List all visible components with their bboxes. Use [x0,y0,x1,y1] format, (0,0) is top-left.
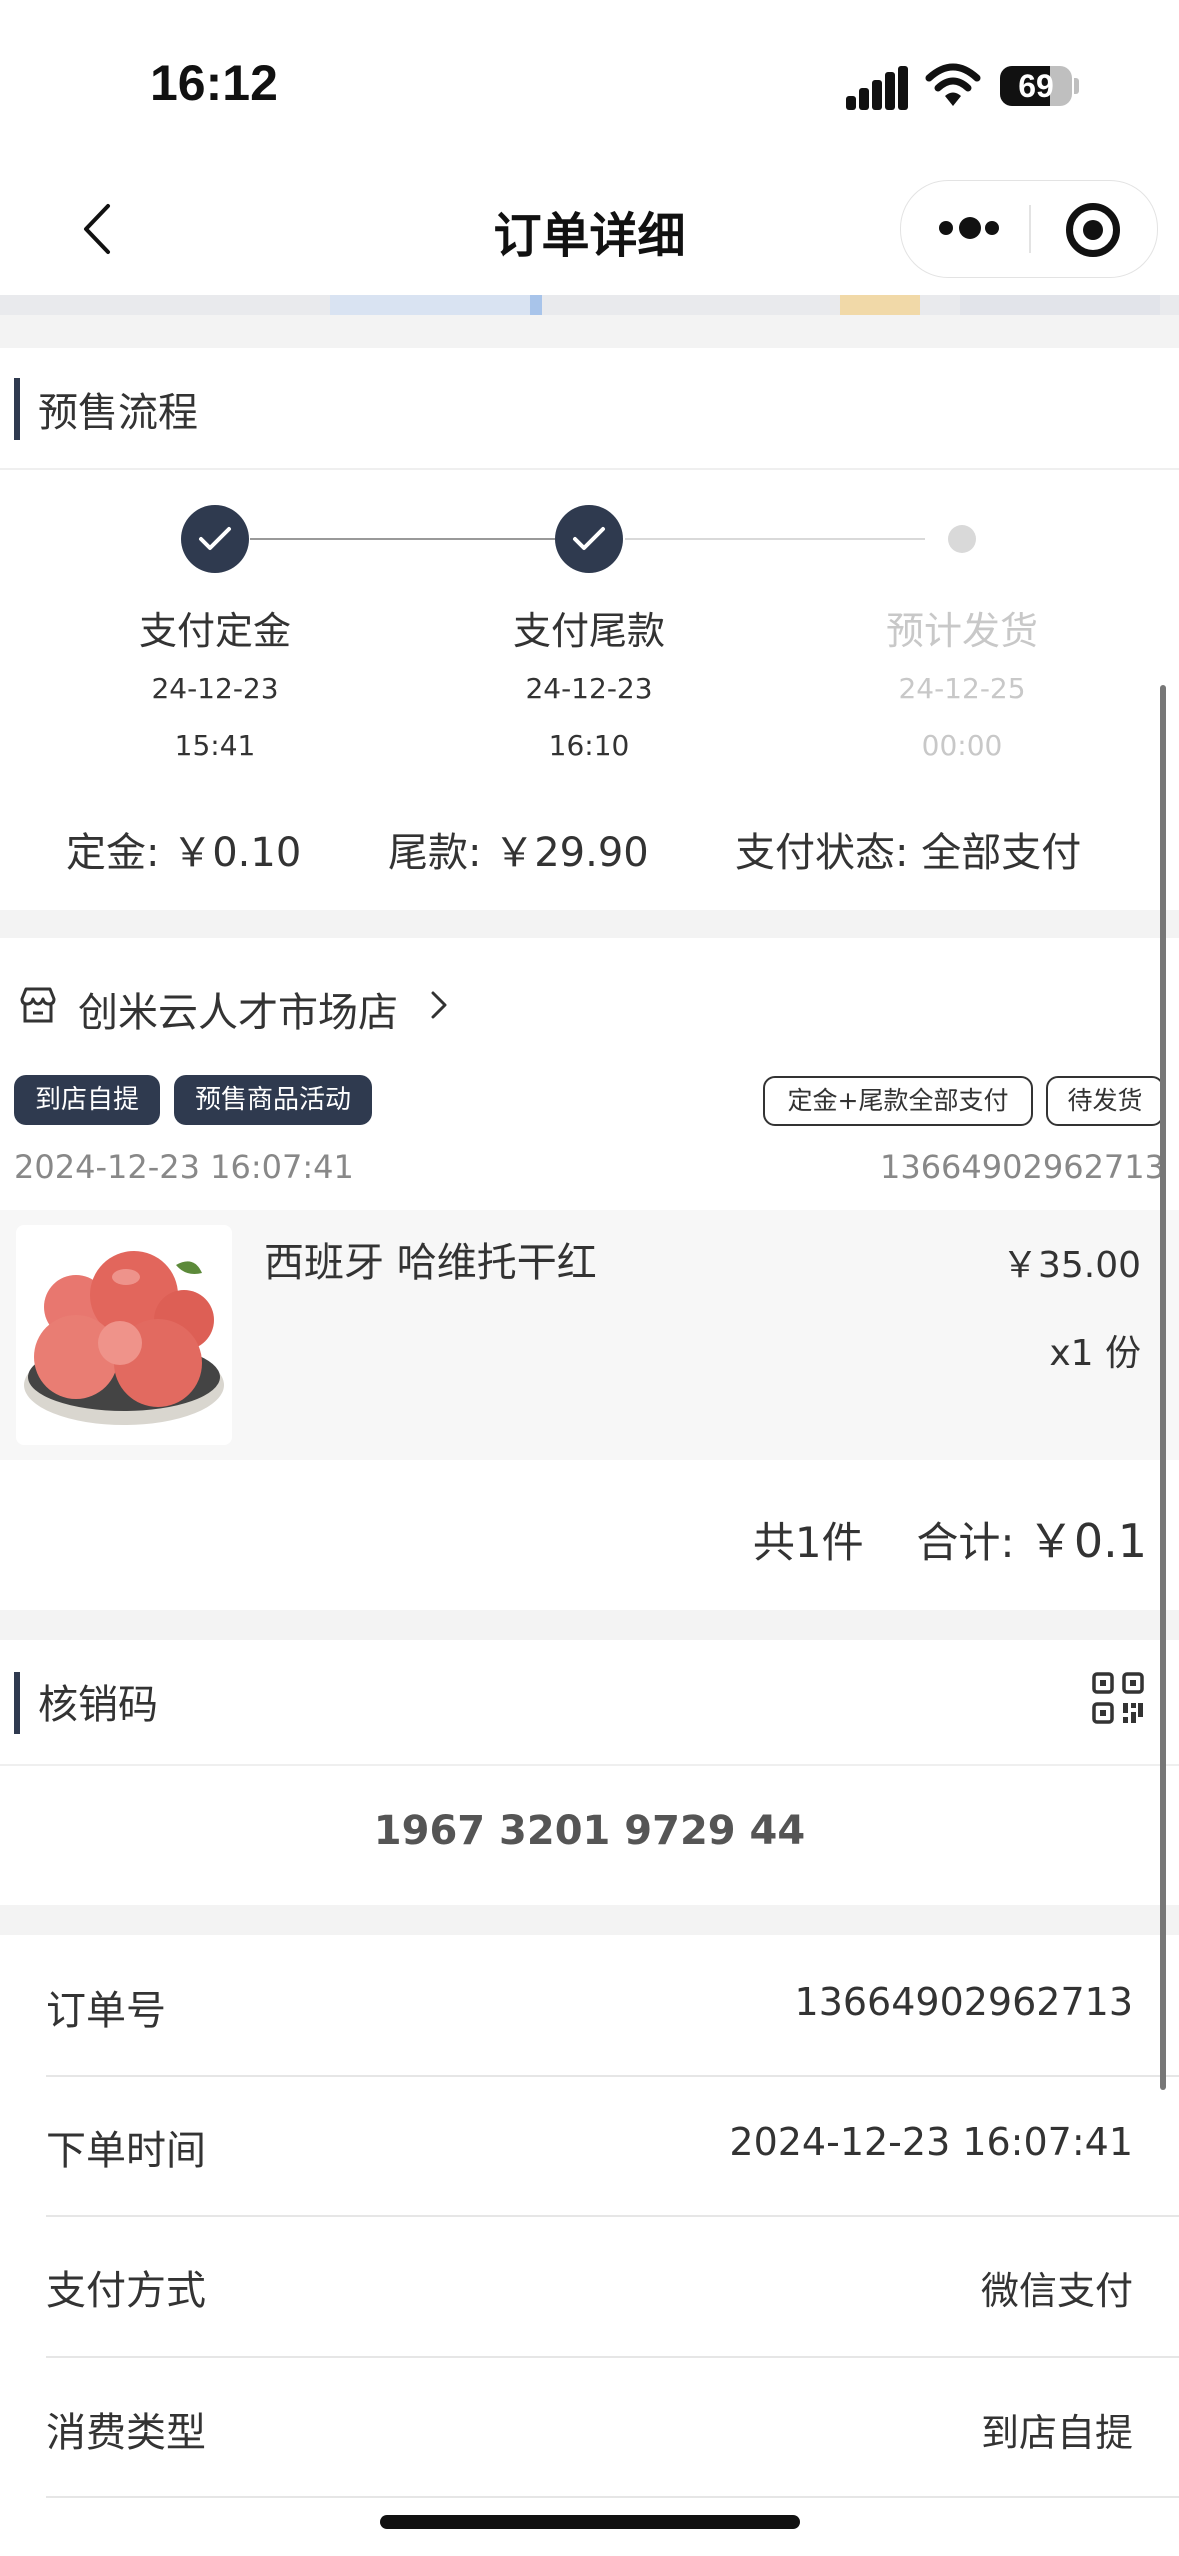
step-2-label: 支付尾款 [512,609,665,653]
chevron-right-icon[interactable] [430,990,448,1020]
info-label-consumption-type: 消费类型 [46,2410,206,2456]
step-2-date: 24-12-23 [525,672,653,705]
qr-code-icon[interactable] [1092,1672,1144,1724]
step-3-date: 24-12-25 [898,672,1026,705]
info-label-payment-method: 支付方式 [46,2268,206,2314]
pay-status-info: 支付状态: 全部支付 [735,820,1081,878]
product-name: 西班牙 哈维托干红 [264,1240,597,1286]
verification-code: 1967 3201 9729 44 [373,1808,806,1854]
tag-shipping-status: 待发货 [1046,1076,1164,1126]
order-created-time: 2024-12-23 16:07:41 [14,1148,354,1186]
close-miniprogram-icon[interactable] [1066,203,1120,257]
balance-value: ￥29.90 [494,830,649,876]
pay-status-value: 全部支付 [921,830,1082,876]
verify-code-card [0,1640,1179,1905]
status-time: 16:12 [150,55,278,111]
order-info-card [0,1935,1179,2556]
map-fragment [0,295,1179,315]
info-divider [46,2215,1179,2217]
miniprogram-capsule [900,180,1158,278]
info-label-order-time: 下单时间 [46,2128,206,2174]
info-divider [46,2356,1179,2358]
step-3-time: 00:00 [921,729,1003,762]
info-value-order-no: 13664902962713 [794,1980,1133,2024]
balance-label: 尾款: [388,830,482,876]
top-bar: 16:12 69 订单详细 [0,0,1179,295]
tag-pickup: 到店自提 [14,1075,160,1125]
summary-total-value: ￥0.1 [1027,1514,1147,1568]
step-connector [625,538,925,540]
step-1-date: 24-12-23 [151,672,279,705]
info-divider [46,2075,1179,2077]
tag-payment-status: 定金+尾款全部支付 [763,1076,1033,1126]
pay-status-label: 支付状态: [735,830,909,876]
store-name[interactable]: 创米云人才市场店 [78,980,398,1038]
deposit-label: 定金: [66,830,160,876]
summary-count: 共1件 [752,1518,864,1567]
info-value-order-time: 2024-12-23 16:07:41 [729,2120,1133,2164]
deposit-info: 定金: ￥0.10 [66,820,301,878]
order-number: 13664902962713 [879,1148,1165,1186]
info-value-consumption-type: 到店自提 [980,2411,1133,2455]
store-icon [20,987,56,1023]
product-quantity: x1 份 [1049,1333,1141,1374]
section-accent-bar [14,1672,20,1734]
wifi-icon [925,63,981,106]
section-accent-bar [14,378,20,440]
step-1-check-icon [181,505,249,573]
step-3-pending-dot [948,525,976,553]
info-divider [46,2496,1179,2498]
battery-percent: 69 [1018,68,1054,104]
divider [0,1764,1179,1766]
home-indicator[interactable] [380,2515,800,2529]
step-2-time: 16:10 [548,729,630,762]
info-label-order-no: 订单号 [46,1988,166,2034]
divider [0,468,1179,470]
step-3-label: 预计发货 [885,609,1038,653]
step-connector [250,538,555,540]
step-2-check-icon [555,505,623,573]
summary-total-label: 合计: [916,1518,1015,1567]
presale-title: 预售流程 [38,390,198,436]
battery-icon: 69 [1000,66,1072,106]
deposit-value: ￥0.10 [172,830,302,876]
more-icon[interactable] [939,217,1001,241]
info-value-payment-method: 微信支付 [980,2269,1133,2313]
order-summary: 共1件 合计: ￥0.1 [753,1505,1147,1571]
balance-info: 尾款: ￥29.90 [388,820,649,878]
step-1-label: 支付定金 [138,609,291,653]
step-1-time: 15:41 [174,729,256,762]
capsule-divider [1029,205,1031,253]
cellular-signal-icon [846,66,908,110]
product-image [16,1225,232,1445]
battery-tip [1074,78,1079,94]
product-price: ￥35.00 [1001,1245,1141,1286]
verify-title: 核销码 [38,1682,158,1728]
scrollbar[interactable] [1160,685,1166,2090]
tag-presale-activity: 预售商品活动 [174,1075,372,1125]
